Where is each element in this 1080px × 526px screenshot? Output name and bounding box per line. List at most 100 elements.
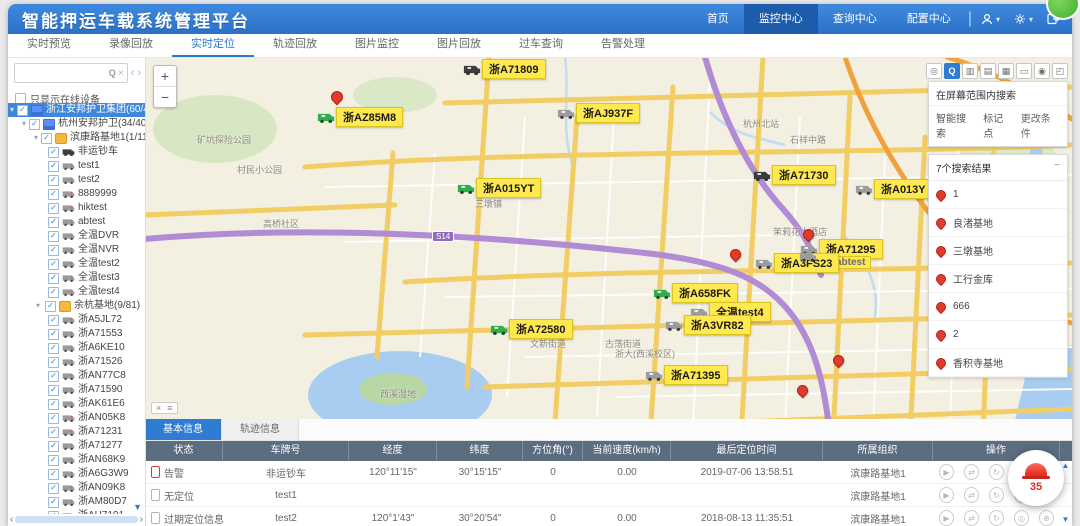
clear-icon[interactable]: × [118, 68, 124, 79]
expand-arrow-icon[interactable]: ▾ [34, 299, 42, 313]
module-tab[interactable]: 图片回放 [418, 34, 500, 57]
tree-item[interactable]: ▾ abtest [8, 215, 145, 229]
tree-checkbox[interactable] [41, 133, 52, 144]
tree-item[interactable]: ▾ 全温DVR [8, 229, 145, 243]
tree-checkbox[interactable] [48, 147, 59, 158]
table-row[interactable]: 无定位 test1 滨康路基地1 ▶ ⇄ ↻ ◎ ⊕ [145, 484, 1072, 507]
tree-checkbox[interactable] [48, 357, 59, 368]
bank-icon[interactable] [962, 63, 978, 79]
vehicle-marker[interactable]: 浙A71809 [463, 59, 546, 79]
nav-item[interactable]: 监控中心 [744, 4, 818, 34]
vehicle-marker[interactable]: 浙AJ937F [557, 103, 640, 123]
track-icon[interactable]: ⇄ [964, 510, 979, 526]
module-tab[interactable]: 实时定位 [172, 34, 254, 57]
table-row[interactable]: 告警 非运钞车 120°11'15" 30°15'15" 0 0.00 2019… [145, 461, 1072, 484]
module-tab[interactable]: 图片监控 [336, 34, 418, 57]
play-icon[interactable]: ▶ [939, 487, 954, 503]
rect-select-icon[interactable] [1016, 63, 1032, 79]
module-tab[interactable]: 告警处理 [582, 34, 664, 57]
vehicle-marker[interactable]: 浙A013Y [855, 179, 933, 199]
nav-item[interactable]: 查询中心 [818, 4, 892, 34]
zoom-in-button[interactable]: + [154, 66, 176, 87]
scroll-left-icon[interactable]: ‹ [10, 515, 13, 524]
tree-checkbox[interactable] [48, 189, 59, 200]
vehicle-marker[interactable]: 浙A015YT [457, 178, 541, 198]
more-icon[interactable]: ⊕ [1039, 510, 1054, 526]
marked-points-link[interactable]: 标记点 [983, 110, 1012, 140]
refresh-icon[interactable]: ↻ [989, 464, 1004, 480]
vehicle-marker[interactable]: 浙A72580 [490, 319, 573, 339]
module-tab[interactable]: 过车查询 [500, 34, 582, 57]
tree-item[interactable]: ▾ 浙AN77C8 [8, 369, 145, 383]
tree-checkbox[interactable] [48, 371, 59, 382]
vehicle-marker[interactable]: 浙AZ85M8 [317, 107, 403, 127]
info-tab[interactable]: 基本信息 [145, 419, 222, 440]
tree-item[interactable]: ▾ 全温test4 [8, 285, 145, 299]
tree-checkbox[interactable] [48, 217, 59, 228]
refresh-icon[interactable]: ↻ [989, 487, 1004, 503]
tree-item[interactable]: ▾ 全温NVR [8, 243, 145, 257]
tree-checkbox[interactable] [48, 427, 59, 438]
tree-item[interactable]: ▾ 浙AN09K8 [8, 481, 145, 495]
tree-checkbox[interactable] [48, 259, 59, 270]
tree-checkbox[interactable] [48, 399, 59, 410]
tree-item[interactable]: ▾ 浙AN68K9 [8, 453, 145, 467]
search-icon[interactable] [944, 63, 960, 79]
vehicle-marker[interactable]: 浙A71395 [645, 365, 728, 385]
expand-arrow-icon[interactable]: ▾ [22, 117, 26, 131]
tree-item[interactable]: ▾ 浙A6KE10 [8, 341, 145, 355]
locate-icon[interactable] [926, 63, 942, 79]
tree-checkbox[interactable] [45, 301, 56, 312]
vehicle-marker[interactable]: 浙A658FK [653, 283, 738, 303]
tree-hscrollbar[interactable]: ‹ › [10, 515, 143, 524]
play-icon[interactable]: ▶ [939, 510, 954, 526]
search-icon[interactable]: Q [109, 68, 116, 78]
tree-item[interactable]: ▾ 浙AM80D7 [8, 495, 145, 509]
tree-item[interactable]: ▾ 浙A71590 [8, 383, 145, 397]
module-tab[interactable]: 录像回放 [90, 34, 172, 57]
vehicle-marker[interactable]: 浙A3FS23 [755, 253, 839, 273]
search-result-item[interactable]: 1 [929, 181, 1067, 209]
tree-checkbox[interactable] [48, 511, 59, 515]
search-result-item[interactable]: 工行金库 [929, 265, 1067, 293]
search-result-item[interactable]: 良渚基地 [929, 209, 1067, 237]
tree-item[interactable]: ▾ 浙A71277 [8, 439, 145, 453]
tree-item[interactable]: ▾ hiktest [8, 201, 145, 215]
fullscreen-icon[interactable] [1052, 63, 1068, 79]
scroll-thumb[interactable] [15, 516, 137, 523]
module-tab[interactable]: 轨迹回放 [254, 34, 336, 57]
tree-item[interactable]: ▾ 浙A71553 [8, 327, 145, 341]
tree-checkbox[interactable] [48, 455, 59, 466]
tree-checkbox[interactable] [29, 119, 40, 130]
map-tools-icon[interactable]: ≡ [167, 403, 172, 413]
tree-checkbox[interactable] [48, 385, 59, 396]
search-result-item[interactable]: 2 [929, 321, 1067, 349]
tree-item[interactable]: ▾ 8889999 [8, 187, 145, 201]
tree-checkbox[interactable] [48, 231, 59, 242]
tree-checkbox[interactable] [48, 287, 59, 298]
tree-item[interactable]: ▾ 浙A5JL72 [8, 313, 145, 327]
change-conditions-link[interactable]: 更改条件 [1021, 110, 1060, 140]
tree-checkbox[interactable] [48, 441, 59, 452]
locate-icon[interactable]: ◎ [1014, 510, 1029, 526]
nav-item[interactable]: 首页 [692, 4, 744, 34]
refresh-icon[interactable]: ↻ [989, 510, 1004, 526]
marker-icon[interactable] [1034, 63, 1050, 79]
tree-item[interactable]: ▾ 滨康路基地1(1/11) [8, 131, 145, 145]
info-tab[interactable]: 轨迹信息 [222, 419, 299, 440]
vehicle-marker[interactable]: 浙A3VR82 [665, 315, 751, 335]
tree-item[interactable]: ▾ 全温test3 [8, 271, 145, 285]
tree-checkbox[interactable] [48, 329, 59, 340]
module-tab[interactable]: 实时预览 [8, 34, 90, 57]
alarm-float-button[interactable]: 35 [1008, 450, 1064, 506]
tree-item[interactable]: ▾ 浙AN05K8 [8, 411, 145, 425]
track-icon[interactable]: ⇄ [964, 487, 979, 503]
track-icon[interactable]: ⇄ [964, 464, 979, 480]
tree-item[interactable]: ▾ 浙AH7191 [8, 509, 145, 514]
tree-checkbox[interactable] [17, 105, 28, 116]
tree-checkbox[interactable] [48, 245, 59, 256]
tree-item[interactable]: ▾ 杭州安邦护卫(34/407) [8, 117, 145, 131]
tree-checkbox[interactable] [48, 469, 59, 480]
search-result-item[interactable]: 三墩基地 [929, 237, 1067, 265]
search-input[interactable] [18, 67, 109, 80]
